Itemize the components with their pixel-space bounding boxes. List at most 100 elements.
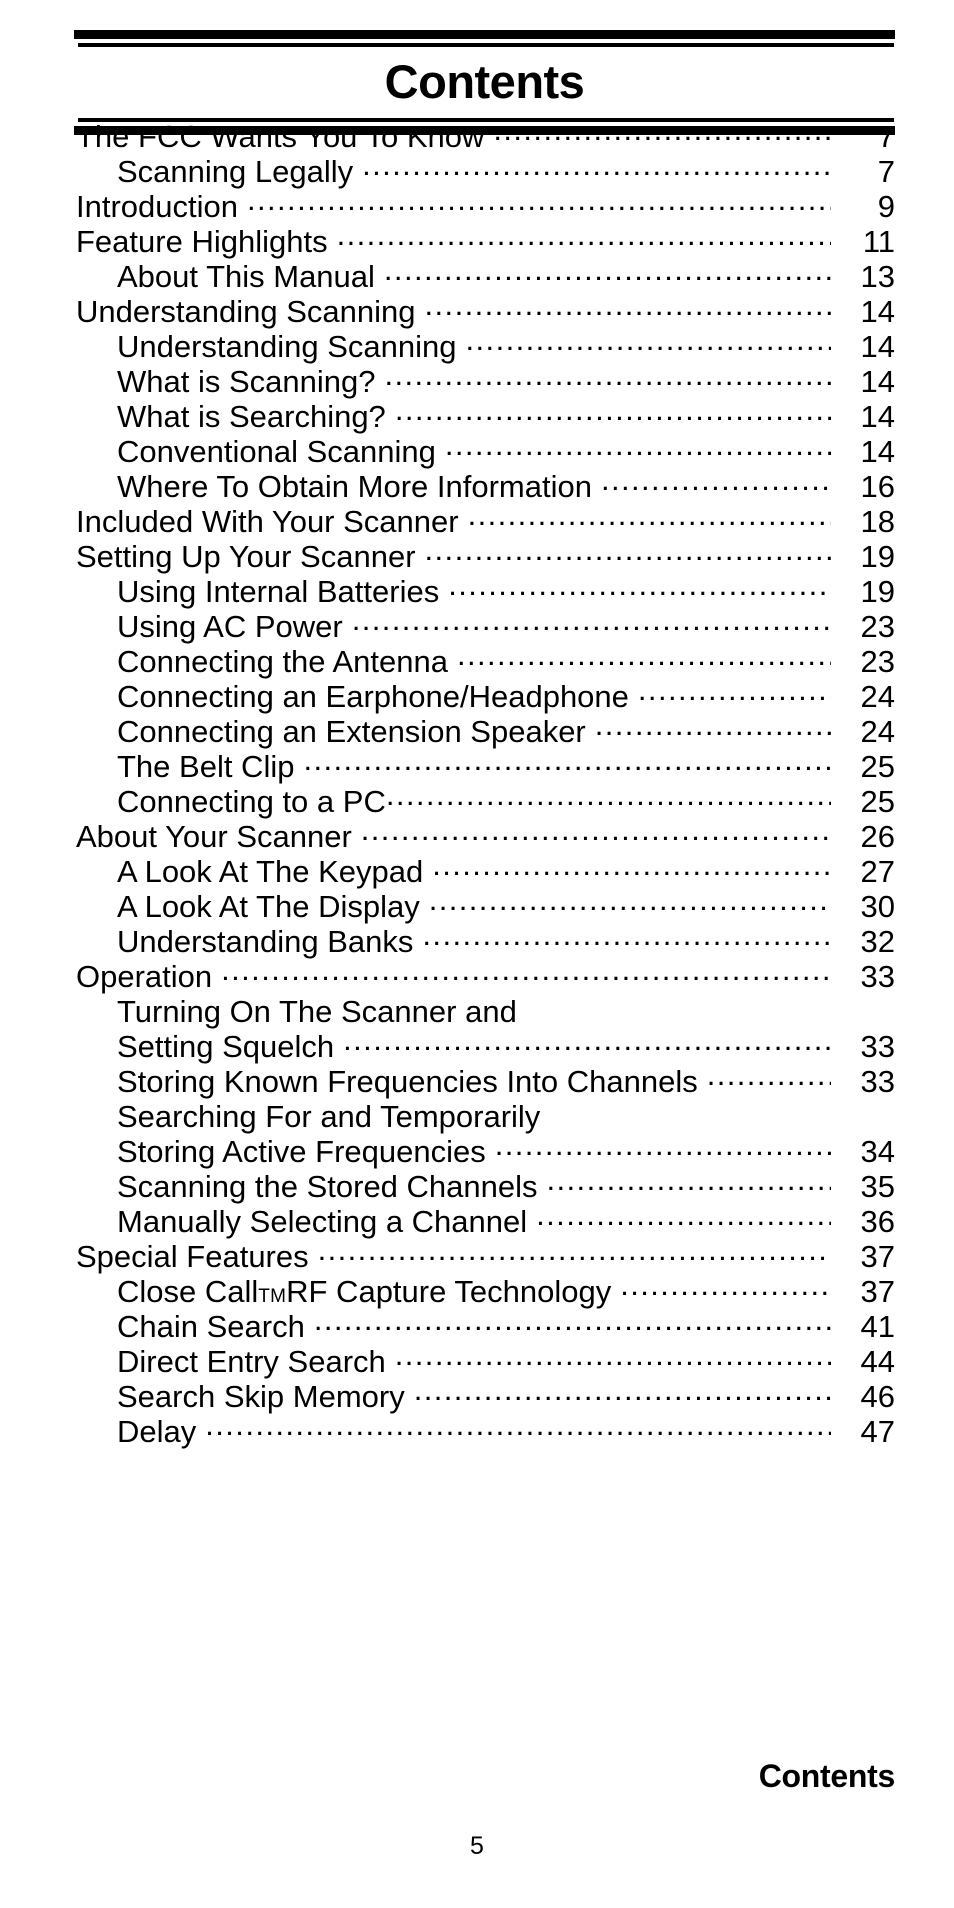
toc-leader-dots — [395, 1337, 831, 1372]
toc-entry-page-number: 37 — [860, 1239, 895, 1274]
toc-entry-page-number: 26 — [860, 819, 895, 854]
toc-entry-page-number: 19 — [860, 574, 895, 609]
toc-entry-page-number: 41 — [860, 1309, 895, 1344]
toc-entry-label: Operation — [76, 959, 213, 994]
toc-leader-dots — [549, 1092, 831, 1127]
toc-entry-page-number: 13 — [860, 259, 895, 294]
toc-entry-page-number: 46 — [860, 1379, 895, 1414]
toc-leader-dots — [205, 1407, 831, 1442]
toc-leader-dots — [432, 847, 831, 882]
toc-leader-dots — [448, 567, 831, 602]
table-of-contents: The FCC Wants You To Know7Scanning Legal… — [0, 112, 954, 1449]
toc-entry-label: Delay — [117, 1414, 197, 1449]
toc-entry-label: About This Manual — [117, 259, 375, 294]
toc-entry-label: The Belt Clip — [117, 749, 295, 784]
toc-entry-page-number: 30 — [860, 889, 895, 924]
toc-entry-label: Setting Up Your Scanner — [76, 539, 416, 574]
toc-entry-label: Introduction — [76, 189, 238, 224]
toc-entry-page-number: 14 — [860, 329, 895, 364]
toc-entry-label: Scanning the Stored Channels — [117, 1169, 538, 1204]
toc-entry-label: Included With Your Scanner — [76, 504, 459, 539]
toc-entry-page-number: 27 — [860, 854, 895, 889]
toc-leader-dots — [536, 1197, 831, 1232]
toc-leader-dots — [384, 252, 831, 287]
toc-leader-dots — [601, 462, 831, 497]
toc-entry-label: Understanding Scanning — [76, 294, 416, 329]
toc-leader-dots — [493, 112, 831, 147]
toc-entry-page-number: 14 — [860, 399, 895, 434]
toc-leader-dots — [395, 392, 831, 427]
toc-entry-page-number: 37 — [860, 1274, 895, 1309]
toc-leader-dots — [314, 1302, 831, 1337]
toc-leader-dots — [318, 1232, 831, 1267]
toc-leader-dots — [526, 987, 831, 1022]
footer-section-label: Contents — [758, 1758, 896, 1794]
footer-page-number: 5 — [470, 1832, 484, 1860]
toc-leader-dots — [221, 952, 831, 987]
toc-leader-dots — [468, 497, 831, 532]
toc-leader-dots — [495, 1127, 831, 1162]
toc-entry-label: Special Features — [76, 1239, 309, 1274]
toc-entry-page-number: 23 — [860, 644, 895, 679]
toc-leader-dots — [361, 812, 831, 847]
toc-entry-page-number: 47 — [860, 1414, 895, 1449]
toc-leader-dots — [384, 357, 831, 392]
toc-leader-dots — [343, 1022, 831, 1057]
toc-leader-dots — [466, 322, 831, 357]
toc-entry-page-number: 14 — [860, 364, 895, 399]
toc-leader-dots — [414, 1372, 831, 1407]
toc-entry-page-number: 9 — [877, 189, 895, 224]
toc-entry-page-number: 25 — [860, 784, 895, 819]
toc-entry-page-number: 23 — [860, 609, 895, 644]
toc-entry-label: Storing Active Frequencies — [117, 1134, 486, 1169]
toc-entry-page-number: 24 — [860, 714, 895, 749]
toc-entry-label: Searching For and Temporarily — [117, 1099, 541, 1134]
toc-leader-dots — [707, 1057, 831, 1092]
toc-entry-page-number: 32 — [860, 924, 895, 959]
page-title: Contents — [384, 55, 585, 108]
toc-leader-dots — [595, 707, 831, 742]
header-rule-thick-top — [74, 30, 895, 39]
toc-entry-page-number: 44 — [860, 1344, 895, 1379]
toc-leader-dots — [425, 287, 831, 322]
toc-entry-page-number: 33 — [860, 1029, 895, 1064]
toc-entry-page-number: 19 — [860, 539, 895, 574]
toc-entry-page-number: 18 — [860, 504, 895, 539]
toc-entry-label: Using AC Power — [117, 609, 343, 644]
toc-entry-page-number: 35 — [860, 1169, 895, 1204]
toc-entry-label: What is Searching? — [117, 399, 386, 434]
toc-leader-dots — [429, 882, 831, 917]
toc-leader-dots — [425, 532, 831, 567]
toc-entry-label: Connecting the Antenna — [117, 644, 448, 679]
toc-entry-label: Direct Entry Search — [117, 1344, 386, 1379]
toc-entry-page-number: 14 — [860, 434, 895, 469]
toc-entry-label: What is Scanning? — [117, 364, 376, 399]
toc-leader-dots — [352, 602, 831, 637]
toc-leader-dots — [457, 637, 831, 672]
toc-leader-dots — [620, 1267, 831, 1302]
toc-entry-label: Chain Search — [117, 1309, 305, 1344]
toc-entry-page-number: 7 — [877, 119, 895, 154]
toc-entry-label: Feature Highlights — [76, 224, 328, 259]
toc-entry-page-number: 33 — [860, 1064, 895, 1099]
toc-leader-dots — [337, 217, 831, 252]
toc-entry-label: A Look At The Display — [117, 889, 420, 924]
document-page: Contents The FCC Wants You To Know7Scann… — [0, 0, 954, 1908]
toc-leader-dots — [386, 777, 831, 812]
toc-entry-page-number: 34 — [860, 1134, 895, 1169]
toc-entry-label: Setting Squelch — [117, 1029, 335, 1064]
toc-entry-page-number: 33 — [860, 959, 895, 994]
toc-entry-page-number: 36 — [860, 1204, 895, 1239]
toc-entry-label: About Your Scanner — [76, 819, 352, 854]
toc-entry-page-number: 24 — [860, 679, 895, 714]
toc-entry-label: Close Call — [117, 1274, 259, 1309]
toc-entry-label: Connecting to a PC — [117, 784, 386, 819]
toc-leader-dots — [445, 427, 831, 462]
toc-entry-label: A Look At The Keypad — [117, 854, 424, 889]
toc-leader-dots — [547, 1162, 831, 1197]
toc-entry[interactable]: The FCC Wants You To Know7 — [0, 112, 954, 154]
toc-entry-page-number: 25 — [860, 749, 895, 784]
toc-entry-label: Conventional Scanning — [117, 434, 436, 469]
toc-entry-page-number: 14 — [860, 294, 895, 329]
toc-leader-dots — [303, 742, 831, 777]
